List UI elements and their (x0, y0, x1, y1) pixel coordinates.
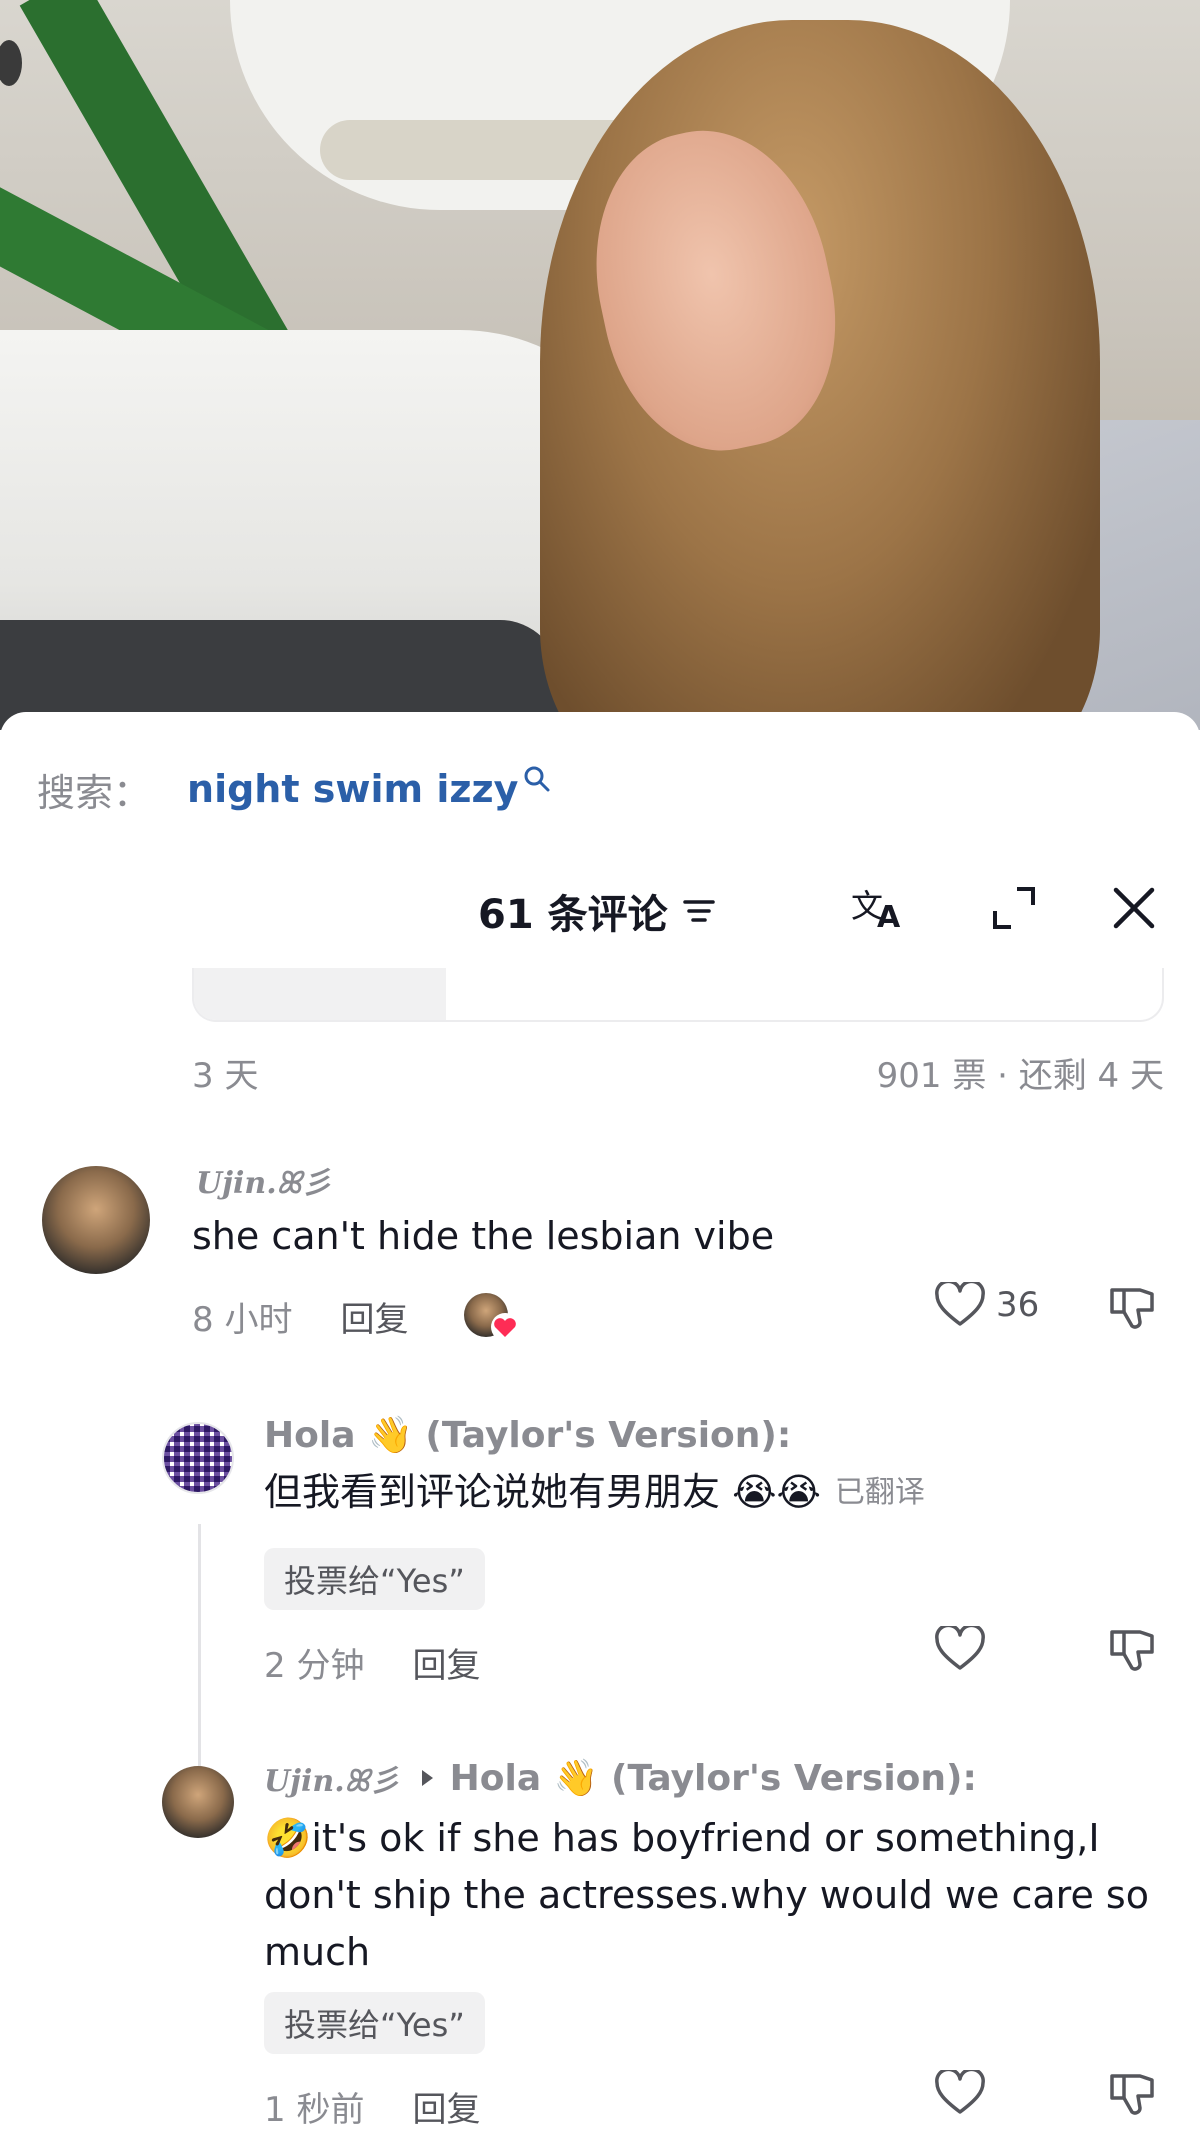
poll-meta: 3 天 901 票 · 还剩 4 天 (192, 1048, 1164, 1097)
poll-stats: 901 票 · 还剩 4 天 (876, 1056, 1164, 1096)
reply-meta: 1 秒前 回复 (264, 2082, 480, 2131)
reply-text: 但我看到评论说她有男朋友 😭😭 (264, 1470, 821, 1514)
sort-filter-icon[interactable] (682, 896, 716, 926)
like-button[interactable]: 36 (934, 1282, 1039, 1328)
comment-text: she can't hide the lesbian vibe (192, 1214, 775, 1258)
caret-right-icon (421, 1770, 433, 1786)
heart-icon (935, 1282, 985, 1326)
poll-option-box[interactable] (192, 968, 1164, 1022)
search-prefix: 搜索： (37, 770, 152, 815)
video-player[interactable] (0, 0, 1200, 730)
video-scene-porthole (0, 40, 22, 86)
comment-username[interactable]: Ujin.ꕤ彡 (196, 1158, 332, 1202)
close-icon (1113, 887, 1155, 929)
search-icon (524, 766, 550, 792)
like-button[interactable] (934, 2070, 986, 2116)
vote-chip-wrapper: 投票给“Yes” (264, 1548, 485, 1610)
heart-icon (935, 2070, 985, 2114)
dislike-icon (1110, 2074, 1154, 2115)
comment-time: 8 小时 (192, 1300, 293, 1340)
comment-username-text: Ujin.ꕤ彡 (196, 1166, 332, 1201)
vote-chip: 投票给“Yes” (264, 1992, 485, 2054)
poll-age: 3 天 (192, 1056, 259, 1096)
reply-text-row: 但我看到评论说她有男朋友 😭😭 已翻译 (264, 1464, 925, 1521)
dislike-button[interactable] (1108, 2068, 1160, 2124)
reply-time: 1 秒前 (264, 2090, 365, 2130)
reply-button[interactable]: 回复 (412, 1638, 480, 1687)
comments-sheet: 搜索： night swim izzy 61 条评论 文 A 3 天 901 票… (0, 712, 1200, 2153)
like-button[interactable] (934, 1626, 986, 1672)
search-suggestion[interactable]: 搜索： night swim izzy (37, 764, 552, 815)
vote-chip-wrapper: 投票给“Yes” (264, 1992, 485, 2054)
translated-tag[interactable]: 已翻译 (835, 1464, 925, 1521)
heart-badge-icon (491, 1312, 520, 1341)
translate-icon: 文 A (851, 887, 901, 933)
close-button[interactable] (1104, 878, 1164, 938)
comment-item: Ujin.ꕤ彡 she can't hide the lesbian vibe … (0, 1152, 1200, 1382)
reply-username-row: Ujin.ꕤ彡 Hola 👋 (Taylor's Version): (264, 1756, 977, 1800)
reply-to-username[interactable]: Hola 👋 (Taylor's Version): (450, 1757, 977, 1799)
translate-button[interactable]: 文 A (848, 878, 908, 938)
reply-item: Hola 👋 (Taylor's Version): 但我看到评论说她有男朋友 … (0, 1402, 1200, 1742)
reply-button[interactable]: 回复 (340, 1292, 408, 1341)
svg-text:A: A (877, 900, 901, 933)
comment-meta: 8 小时 回复 (192, 1292, 520, 1341)
heart-icon (935, 1626, 985, 1670)
vote-chip: 投票给“Yes” (264, 1548, 485, 1610)
avatar[interactable] (162, 1422, 234, 1494)
avatar[interactable] (42, 1166, 150, 1274)
poll-option-fill (194, 968, 446, 1020)
expand-button[interactable] (984, 878, 1044, 938)
reply-meta: 2 分钟 回复 (264, 1638, 480, 1687)
reply-time: 2 分钟 (264, 1646, 365, 1686)
dislike-icon (1110, 1288, 1154, 1329)
reply-text: 🤣it's ok if she has boyfriend or somethi… (264, 1816, 1149, 1974)
creator-liked-badge (464, 1292, 520, 1341)
comments-count-title[interactable]: 61 条评论 (478, 882, 716, 940)
reply-item: Ujin.ꕤ彡 Hola 👋 (Taylor's Version): 🤣it's… (0, 1752, 1200, 2152)
dislike-button[interactable] (1108, 1624, 1160, 1680)
comments-count: 61 条评论 (478, 892, 668, 938)
reply-username[interactable]: Ujin.ꕤ彡 (264, 1756, 400, 1800)
search-term-link[interactable]: night swim izzy (187, 767, 518, 811)
like-count: 36 (996, 1285, 1040, 1325)
dislike-button[interactable] (1108, 1282, 1160, 1338)
reply-username[interactable]: Hola 👋 (Taylor's Version): (264, 1414, 791, 1456)
comments-header: 61 条评论 文 A (0, 872, 1200, 952)
reply-button[interactable]: 回复 (412, 2082, 480, 2131)
expand-icon (993, 887, 1035, 929)
dislike-icon (1110, 1630, 1154, 1671)
avatar[interactable] (162, 1766, 234, 1838)
